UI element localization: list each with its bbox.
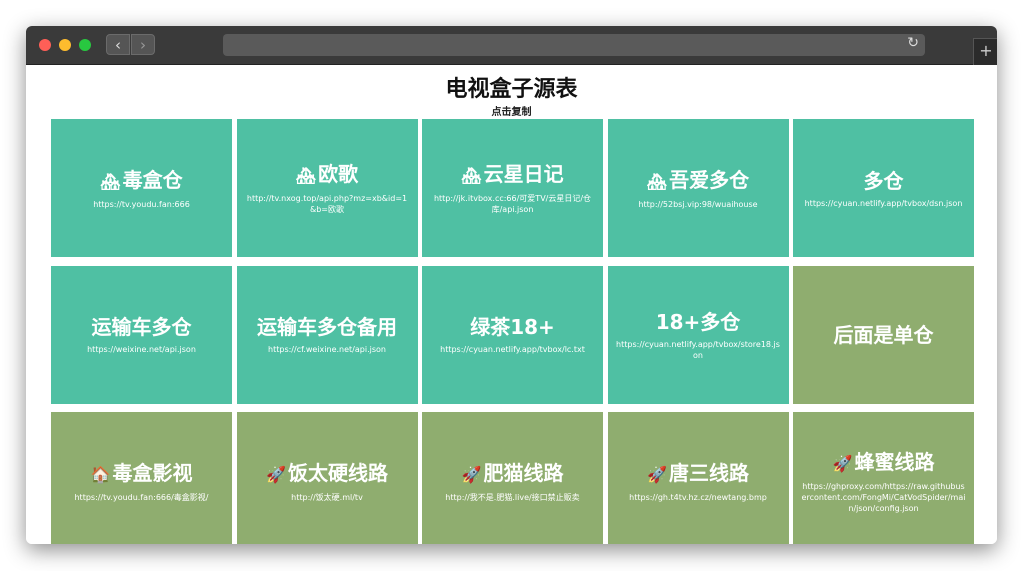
- card-name: 🚀 饭太硬线路: [266, 460, 388, 488]
- card-name-text: 18+多仓: [655, 309, 741, 334]
- chevron-left-icon: ‹: [115, 36, 121, 54]
- reload-icon[interactable]: ↻: [907, 35, 919, 51]
- source-card[interactable]: 🏘 云星日记 http://jk.itvbox.cc:66/可爱TV/云星日记/仓库…: [422, 119, 603, 257]
- card-url: http://52bsj.vip:98/wuaihouse: [638, 199, 758, 209]
- source-card[interactable]: 🚀 肥猫线路 http://我不是.肥猫.live/接口禁止贩卖: [422, 412, 603, 544]
- card-name: 🏠 毒盒影视: [91, 460, 193, 488]
- card-url: https://cyuan.netlify.app/tvbox/store18.…: [616, 339, 780, 360]
- card-name: 18+多仓: [656, 309, 741, 335]
- page-content: 电视盒子源表 点击复制 🏘 毒盒仓 https://tv.youdu.fan:666…: [26, 65, 997, 544]
- rocket-icon: 🚀: [266, 464, 286, 484]
- card-name: 绿茶18+: [470, 314, 555, 340]
- card-name-text: 欧歌: [318, 162, 359, 186]
- card-name: 🚀 肥猫线路: [462, 460, 564, 488]
- card-name: 后面是单仓: [834, 322, 934, 348]
- card-name-text: 蜂蜜线路: [854, 449, 935, 474]
- source-card[interactable]: 运输车多仓备用 https://cf.weixine.net/api.json: [236, 265, 418, 404]
- browser-toolbar: ‹ › ↻ +: [26, 26, 997, 65]
- card-name: 多仓: [864, 168, 904, 194]
- source-card[interactable]: 后面是单仓: [793, 265, 974, 404]
- card-name-text: 吾爱多仓: [669, 167, 750, 192]
- source-card[interactable]: 🏘 欧歌 http://tv.nxog.top/api.php?mz=xb&id=1…: [236, 119, 418, 257]
- forward-button[interactable]: ›: [131, 34, 155, 55]
- card-name-text: 多仓: [863, 168, 904, 193]
- source-card[interactable]: 🚀 唐三线路 https://gh.t4tv.hz.cz/newtang.bmp: [607, 412, 789, 544]
- rocket-icon: 🚀: [832, 453, 853, 473]
- source-card[interactable]: 运输车多仓 https://weixine.net/api.json: [51, 265, 232, 404]
- house-icon: 🏘: [295, 166, 317, 185]
- card-url: https://weixine.net/api.json: [87, 345, 196, 354]
- card-name-text: 后面是单仓: [833, 322, 934, 347]
- source-card[interactable]: 🚀 蜂蜜线路 https://ghproxy.com/https://raw.git…: [793, 412, 974, 544]
- card-name-text: 饭太硬线路: [287, 460, 388, 485]
- card-name: 🚀 蜂蜜线路: [833, 449, 935, 477]
- card-name: 运输车多仓: [92, 314, 192, 340]
- browser-window: ‹ › ↻ + 电视盒子源表 点击复制 🏘 毒盒仓 https://tv.youdu…: [26, 26, 997, 544]
- card-url: https://tv.youdu.fan:666/毒盒影视/: [74, 492, 209, 502]
- card-name: 🏘 欧歌: [296, 161, 358, 189]
- close-window-button[interactable]: [39, 39, 51, 51]
- card-url: http://我不是.肥猫.live/接口禁止贩卖: [445, 492, 580, 502]
- minimize-window-button[interactable]: [59, 39, 71, 51]
- source-card[interactable]: 🏘 毒盒仓 https://tv.youdu.fan:666: [51, 119, 232, 257]
- house-icon: 🏠: [90, 464, 111, 484]
- card-name-text: 运输车多仓: [91, 315, 192, 339]
- house-icon: 🏘: [646, 171, 668, 191]
- source-card[interactable]: 绿茶18+ https://cyuan.netlify.app/tvbox/lc.…: [422, 265, 603, 404]
- card-name: 运输车多仓备用: [257, 314, 397, 340]
- house-icon: 🏘: [461, 166, 482, 185]
- card-name-text: 毒盒影视: [112, 460, 193, 485]
- back-button[interactable]: ‹: [106, 34, 130, 55]
- source-card[interactable]: 18+多仓 https://cyuan.netlify.app/tvbox/sto…: [607, 265, 789, 404]
- page-title: 电视盒子源表: [445, 77, 578, 102]
- card-url: https://cf.weixine.net/api.json: [268, 345, 386, 354]
- card-name-text: 云星日记: [483, 162, 564, 186]
- card-name: 🏘 云星日记: [461, 161, 563, 189]
- rocket-icon: 🚀: [647, 464, 667, 484]
- card-name: 🏘 吾爱多仓: [647, 167, 749, 195]
- card-url: https://gh.t4tv.hz.cz/newtang.bmp: [629, 492, 767, 502]
- card-url: http://jk.itvbox.cc:66/可爱TV/云星日记/仓库/api.…: [433, 194, 592, 214]
- card-url: http://tv.nxog.top/api.php?mz=xb&id=1&b=…: [246, 194, 408, 214]
- new-tab-button[interactable]: +: [973, 38, 997, 65]
- card-name: 🚀 唐三线路: [647, 460, 749, 488]
- source-card[interactable]: 🏠 毒盒影视 https://tv.youdu.fan:666/毒盒影视/: [51, 412, 232, 544]
- plus-icon: +: [979, 41, 993, 60]
- address-bar[interactable]: ↻: [223, 34, 925, 56]
- chevron-right-icon: ›: [140, 36, 146, 54]
- card-url: https://cyuan.netlify.app/tvbox/lc.txt: [440, 345, 585, 354]
- card-name-text: 毒盒仓: [122, 167, 183, 192]
- card-name: 🏘 毒盒仓: [100, 167, 182, 195]
- maximize-window-button[interactable]: [79, 39, 91, 51]
- page-subtitle: 点击复制: [491, 107, 532, 118]
- house-icon: 🏘: [100, 171, 121, 191]
- card-url: https://cyuan.netlify.app/tvbox/dsn.json: [804, 198, 963, 208]
- source-card[interactable]: 🚀 饭太硬线路 http://饭太硬.ml/tv: [236, 412, 418, 544]
- card-name-text: 唐三线路: [668, 460, 749, 485]
- card-url: http://饭太硬.ml/tv: [291, 492, 363, 502]
- source-card[interactable]: 多仓 https://cyuan.netlify.app/tvbox/dsn.js…: [793, 119, 974, 257]
- rocket-icon: 🚀: [461, 464, 482, 484]
- source-card[interactable]: 🏘 吾爱多仓 http://52bsj.vip:98/wuaihouse: [607, 119, 789, 257]
- card-name-text: 肥猫线路: [483, 460, 564, 485]
- card-url: https://ghproxy.com/https://raw.githubus…: [801, 481, 966, 513]
- card-name-text: 绿茶18+: [470, 315, 555, 339]
- card-name-text: 运输车多仓备用: [257, 315, 397, 339]
- card-url: https://tv.youdu.fan:666: [93, 199, 190, 209]
